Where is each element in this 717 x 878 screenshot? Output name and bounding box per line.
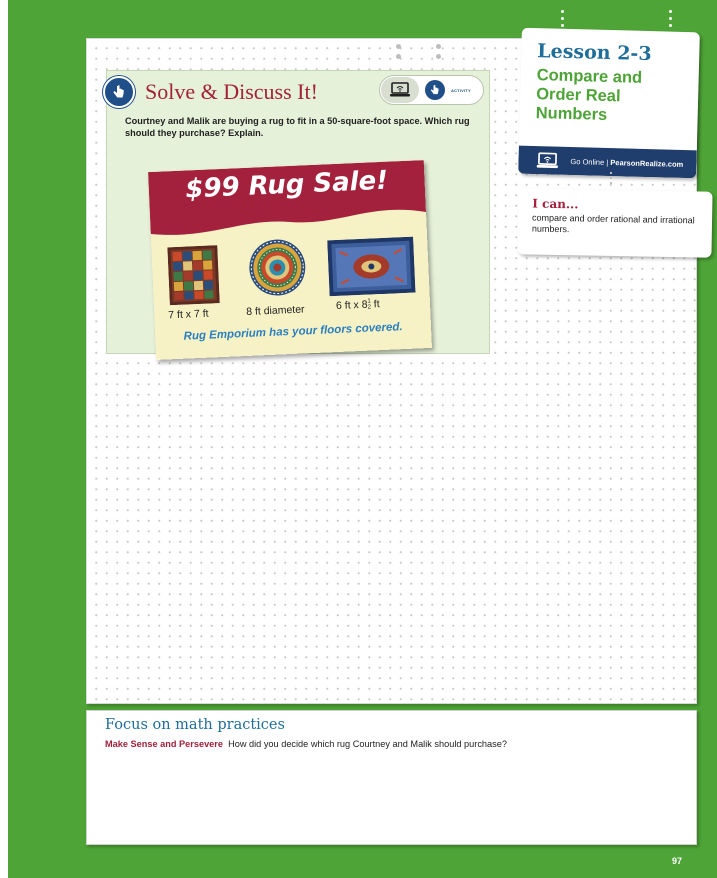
rug-round-image: [249, 239, 306, 296]
laptop-wifi-icon: [534, 151, 560, 170]
laptop-wifi-icon: [381, 77, 419, 103]
activity-label: ACTIVITY: [451, 87, 471, 93]
activity-button[interactable]: ACTIVITY: [379, 75, 484, 105]
focus-question: Make Sense and Persevere How did you dec…: [105, 739, 507, 749]
focus-practices-box: Focus on math practices Make Sense and P…: [86, 710, 697, 845]
problem-prompt: Courtney and Malik are buying a rug to f…: [125, 116, 470, 138]
go-online-bar[interactable]: Go Online | PearsonRealize.com: [518, 145, 697, 179]
rug-rectangle-label: 6 ft x 812 ft: [335, 298, 380, 313]
hand-pointer-icon: [425, 80, 445, 100]
rug-round-label: 8 ft diameter: [245, 303, 305, 318]
page-number: 97: [672, 856, 683, 866]
rug-rectangle-image: [327, 236, 416, 297]
solve-title: Solve & Discuss It!: [145, 79, 318, 104]
lesson-card: Lesson 2-3 Compare and Order Real Number…: [518, 27, 700, 179]
rug-square-label: 7 ft x 7 ft: [168, 307, 209, 322]
solve-header: Solve & Discuss It!: [103, 76, 318, 108]
connector-rings: [436, 44, 441, 64]
focus-title: Focus on math practices: [105, 717, 285, 733]
connector-dots: [610, 172, 613, 187]
rug-sale-ad: $99 Rug Sale! 7 ft x 7 ft 8 ft diameter …: [148, 160, 432, 360]
lesson-number: Lesson 2-3: [537, 40, 652, 66]
rug-square-image: [167, 245, 220, 306]
i-can-text: compare and order rational and irrationa…: [531, 212, 695, 235]
connector-rings: [396, 44, 401, 64]
decorative-dots: [669, 10, 673, 31]
go-online-text: Go Online | PearsonRealize.com: [570, 156, 684, 169]
hand-pointer-icon: [103, 76, 135, 108]
lesson-title: Compare and Order Real Numbers: [535, 66, 643, 124]
i-can-card: I can... compare and order rational and …: [517, 188, 713, 258]
page-edge: [0, 0, 8, 878]
i-can-title: I can...: [532, 196, 579, 212]
textbook-page: Solve & Discuss It! ACTIVITY Courtney an…: [0, 0, 717, 878]
